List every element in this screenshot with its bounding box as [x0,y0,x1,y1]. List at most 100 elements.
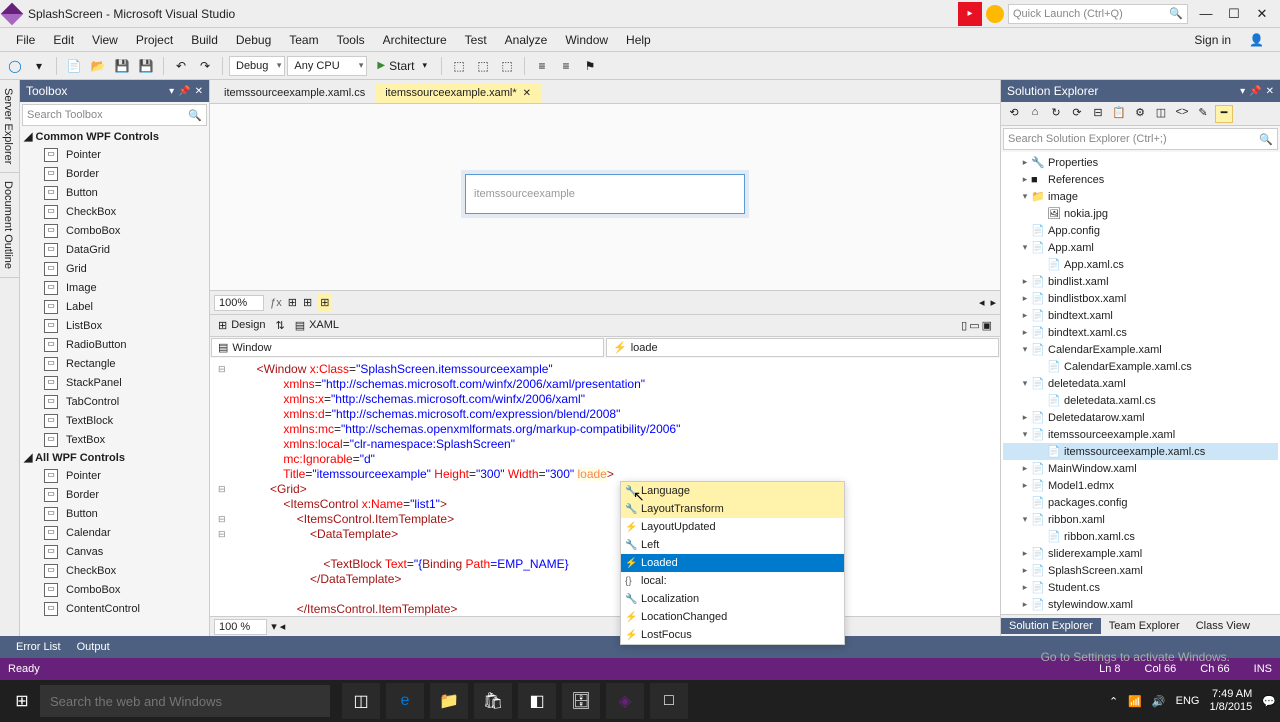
pin-icon[interactable]: ▾ [169,86,174,97]
code-icon[interactable]: <> [1173,105,1191,123]
home-icon[interactable]: ⌂ [1026,105,1044,123]
edge-icon[interactable]: e [386,683,424,719]
toolbox-item-checkbox[interactable]: ▭CheckBox [20,561,209,580]
menu-window[interactable]: Window [557,31,616,49]
menu-file[interactable]: File [8,31,43,49]
maximize-button[interactable]: ☐ [1220,2,1248,26]
tree-item[interactable]: ▸📄MainWindow.xaml [1003,460,1278,477]
intellisense-item[interactable]: {}local: [621,572,844,590]
tree-item[interactable]: ▸📄bindlistbox.xaml [1003,290,1278,307]
tree-item[interactable]: 🖼nokia.jpg [1003,205,1278,222]
intellisense-item[interactable]: 🔧Left [621,536,844,554]
toolbox-item-radiobutton[interactable]: ▭RadioButton [20,335,209,354]
intellisense-item[interactable]: ⚡LostFocus [621,626,844,644]
tree-item[interactable]: ▸🔧Properties [1003,154,1278,171]
intellisense-item[interactable]: 🔧Language [621,482,844,500]
menu-project[interactable]: Project [128,31,181,49]
side-tab-server-explorer[interactable]: Server Explorer [0,80,19,173]
zoom-combo[interactable]: 100% [214,295,264,311]
tree-item[interactable]: ▾📄deletedata.xaml [1003,375,1278,392]
tree-item[interactable]: ▸📄Student.cs [1003,579,1278,596]
output-tab[interactable]: Output [69,639,118,655]
tree-item[interactable]: 📄App.xaml.cs [1003,256,1278,273]
tree-item[interactable]: ▸📄Deletedatarow.xaml [1003,409,1278,426]
tb-misc4[interactable]: ≡ [531,55,553,77]
tb-misc3[interactable]: ⬚ [496,55,518,77]
toolbox-item-contentcontrol[interactable]: ▭ContentControl [20,599,209,618]
grid-icon2[interactable]: ⊞ [303,296,312,309]
toolbox-item-button[interactable]: ▭Button [20,504,209,523]
start-button[interactable]: ⊞ [4,683,40,719]
sqlserver-icon[interactable]: 🗄 [562,683,600,719]
tree-item[interactable]: 📄ribbon.xaml.cs [1003,528,1278,545]
home-icon[interactable]: ⟲ [1005,105,1023,123]
swap-icon[interactable]: ⇅ [275,319,284,332]
toolbox-item-combobox[interactable]: ▭ComboBox [20,221,209,240]
platform-combo[interactable]: Any CPU [287,56,367,76]
tree-item[interactable]: ▾📁image [1003,188,1278,205]
clock[interactable]: 7:49 AM1/8/2015 [1209,688,1252,714]
toolbox-item-datagrid[interactable]: ▭DataGrid [20,240,209,259]
menu-build[interactable]: Build [183,31,226,49]
toolbox-item-pointer[interactable]: ▭Pointer [20,145,209,164]
toolbox-group[interactable]: ◢ All WPF Controls [20,449,209,466]
tray-up-icon[interactable]: ⌃ [1109,695,1118,708]
tree-item[interactable]: ▾📄CalendarExample.xaml [1003,341,1278,358]
design-preview-window[interactable]: itemssourceexample [465,174,745,214]
tree-item[interactable]: 📄App.config [1003,222,1278,239]
collapse-icon[interactable]: ▣ [982,319,992,332]
vscode-icon[interactable]: ◧ [518,683,556,719]
forward-button[interactable]: ▾ [28,55,50,77]
flag-icon[interactable]: ⚑ [579,55,601,77]
tree-item[interactable]: ▸📄sliderexample.xaml [1003,545,1278,562]
tb-misc2[interactable]: ⬚ [472,55,494,77]
design-tab[interactable]: ⊞ Design [218,319,265,332]
intellisense-item[interactable]: 🔧LayoutTransform [621,500,844,518]
toolbox-item-button[interactable]: ▭Button [20,183,209,202]
solexp-tab[interactable]: Solution Explorer [1001,618,1101,634]
tree-item[interactable]: 📄CalendarExample.xaml.cs [1003,358,1278,375]
toolbox-item-grid[interactable]: ▭Grid [20,259,209,278]
start-button[interactable]: ▶Start▾ [369,56,435,76]
toolbox-item-combobox[interactable]: ▭ComboBox [20,580,209,599]
split-v-icon[interactable]: ▭ [969,319,979,332]
collapse-icon[interactable]: ⊟ [1089,105,1107,123]
snap-icon[interactable]: ⊞ [318,294,331,311]
solexp-tab[interactable]: Team Explorer [1101,618,1188,634]
toolbox-item-calendar[interactable]: ▭Calendar [20,523,209,542]
filter-icon[interactable]: ━ [1215,105,1233,123]
toolbox-item-label[interactable]: ▭Label [20,297,209,316]
intellisense-item[interactable]: ⚡LayoutUpdated [621,518,844,536]
side-tab-document-outline[interactable]: Document Outline [0,173,19,278]
toolbox-item-textblock[interactable]: ▭TextBlock [20,411,209,430]
element-nav[interactable]: ▤ Window [211,338,604,357]
config-combo[interactable]: Debug [229,56,285,76]
toolbox-item-canvas[interactable]: ▭Canvas [20,542,209,561]
toolbox-item-listbox[interactable]: ▭ListBox [20,316,209,335]
volume-icon[interactable]: 🔊 [1152,695,1166,708]
toolbox-item-pointer[interactable]: ▭Pointer [20,466,209,485]
menu-view[interactable]: View [84,31,126,49]
tree-item[interactable]: ▸📄stylewindow.xaml [1003,596,1278,613]
toolbox-item-stackpanel[interactable]: ▭StackPanel [20,373,209,392]
xaml-tab[interactable]: ▤ XAML [295,319,339,332]
menu-help[interactable]: Help [618,31,659,49]
properties-icon[interactable]: ⚙ [1131,105,1149,123]
tb-misc1[interactable]: ⬚ [448,55,470,77]
minimize-button[interactable]: — [1192,2,1220,26]
tree-item[interactable]: ▸📄SplashScreen.xaml [1003,562,1278,579]
close-icon[interactable]: ✕ [195,86,203,97]
avatar-icon[interactable]: 👤 [1241,31,1272,49]
menu-test[interactable]: Test [457,31,495,49]
menu-tools[interactable]: Tools [329,31,373,49]
tree-item[interactable]: ▾📄App.xaml [1003,239,1278,256]
intellisense-item[interactable]: ⚡LocationChanged [621,608,844,626]
split-h-icon[interactable]: ▯ [961,319,967,332]
solexp-search[interactable]: Search Solution Explorer (Ctrl+;)🔍 [1003,128,1278,150]
menu-edit[interactable]: Edit [45,31,82,49]
code-zoom[interactable]: 100 % [214,619,267,635]
tree-item[interactable]: 📄deletedata.xaml.cs [1003,392,1278,409]
vs-icon[interactable]: ◈ [606,683,644,719]
member-nav[interactable]: ⚡ loade [606,338,999,357]
close-button[interactable]: ✕ [1248,2,1276,26]
